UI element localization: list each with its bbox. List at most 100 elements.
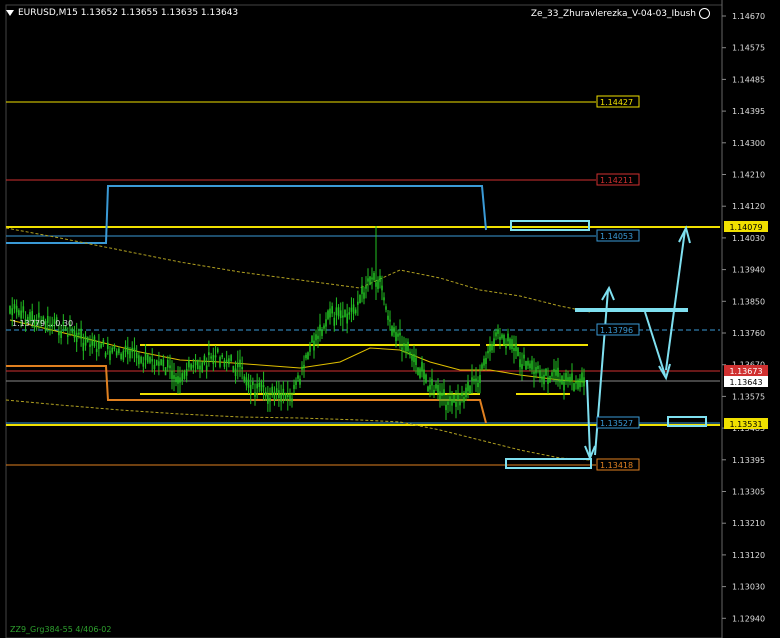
candle-body	[315, 334, 317, 341]
candle-body	[80, 328, 82, 339]
candle-body	[111, 347, 114, 353]
candle-body	[447, 401, 449, 405]
candle-body	[245, 377, 248, 386]
axis-tick-label: 1.13760	[732, 329, 765, 338]
candle-body	[146, 354, 149, 363]
candle-body	[511, 339, 513, 350]
candle-body	[260, 381, 263, 391]
price-box-upper: 1.14079	[729, 223, 762, 232]
candle-body	[513, 347, 515, 351]
candle-body	[561, 375, 563, 385]
candle-body	[185, 369, 188, 376]
candle-body	[278, 390, 280, 399]
candle-body	[93, 336, 96, 347]
level-label: 1.14211	[600, 176, 633, 185]
candle-body	[18, 310, 20, 316]
candle-body	[282, 388, 285, 396]
candle-body	[192, 364, 195, 368]
candle-body	[373, 272, 375, 280]
candle-body	[348, 312, 351, 315]
axis-tick-label: 1.13395	[732, 456, 765, 465]
candle-body	[383, 297, 385, 301]
candle-body	[443, 389, 445, 396]
candle-body	[82, 342, 85, 351]
symbol-header: EURUSD,M15 1.13652 1.13655 1.13635 1.136…	[6, 8, 238, 18]
candle-body	[102, 340, 105, 345]
target-box-lower	[505, 458, 592, 469]
candle-body	[333, 317, 336, 326]
candle-body	[385, 306, 387, 310]
axis-tick-label: 1.13030	[732, 583, 765, 592]
level-labels: 1.14427 1.14211 1.14053 1.13796 1.13527 1.134…	[596, 95, 640, 471]
candle-body	[339, 310, 342, 319]
candle-body	[210, 356, 212, 359]
candle-body	[249, 384, 252, 395]
candle-body	[407, 341, 409, 352]
candle-body	[303, 364, 305, 369]
candle-body	[173, 375, 175, 379]
dropdown-triangle-icon[interactable]	[6, 9, 14, 16]
candle-body	[425, 374, 427, 383]
candle-body	[179, 377, 181, 383]
candle-body	[188, 360, 190, 368]
candle-body	[405, 344, 407, 352]
trading-chart-window[interactable]: 1.14670 1.14575 1.14485 1.14395 1.14300 1.142…	[0, 0, 780, 638]
level-label: 1.13796	[600, 326, 633, 335]
candle-body	[493, 338, 495, 345]
candle-body	[267, 393, 269, 404]
candle-body	[354, 309, 357, 314]
candle-body	[115, 350, 118, 356]
candle-body	[321, 330, 323, 336]
candle-body	[254, 392, 256, 397]
candle-body	[151, 358, 154, 362]
candle-body	[391, 326, 393, 336]
candle-body	[557, 367, 559, 377]
candle-body	[403, 343, 405, 347]
candle-body	[230, 355, 232, 362]
candle-body	[171, 370, 173, 379]
candle-body	[377, 279, 379, 290]
candle-body	[58, 331, 60, 336]
candle-body	[573, 383, 575, 392]
candle-body	[577, 380, 579, 389]
candle-body	[555, 369, 557, 376]
candle-body	[60, 330, 62, 338]
candle-body	[78, 332, 80, 335]
candle-body	[531, 360, 533, 370]
axis-tick-label: 1.13120	[732, 551, 765, 560]
candle-body	[459, 401, 461, 406]
footer-label: ZZ9_Grg384-55 4/406-02	[10, 625, 112, 634]
candle-body	[515, 343, 517, 352]
axis-tick-label: 1.14300	[732, 139, 765, 148]
candle-body	[273, 391, 276, 401]
candle-body	[335, 307, 338, 316]
candle-body	[75, 332, 78, 342]
candle-body	[409, 351, 411, 356]
axis-tick-label: 1.14395	[732, 107, 765, 116]
arrow-up-1	[594, 289, 609, 456]
candle-body	[124, 345, 127, 352]
price-axis: 1.14670 1.14575 1.14485 1.14395 1.14300 1.142…	[722, 12, 765, 623]
candle-body	[299, 378, 301, 385]
candle-body	[477, 382, 479, 388]
candle-body	[529, 363, 531, 369]
candle-body	[569, 376, 571, 383]
candle-body	[523, 354, 525, 359]
candle-body	[214, 355, 217, 358]
candle-body	[415, 357, 417, 365]
candle-body	[203, 355, 206, 364]
candle-body	[579, 378, 581, 388]
candle-body	[463, 397, 465, 403]
candle-body	[225, 359, 228, 363]
candle-body	[309, 345, 311, 352]
candle-body	[567, 377, 569, 382]
candle-body	[84, 336, 87, 346]
candle-body	[236, 362, 239, 368]
candle-body	[329, 308, 331, 318]
candle-body	[89, 344, 91, 347]
candle-body	[509, 338, 511, 349]
candle-body	[519, 359, 521, 368]
candle-body	[284, 392, 287, 402]
price-chart[interactable]: 1.14670 1.14575 1.14485 1.14395 1.14300 1.142…	[0, 0, 780, 638]
candle-body	[216, 348, 219, 353]
